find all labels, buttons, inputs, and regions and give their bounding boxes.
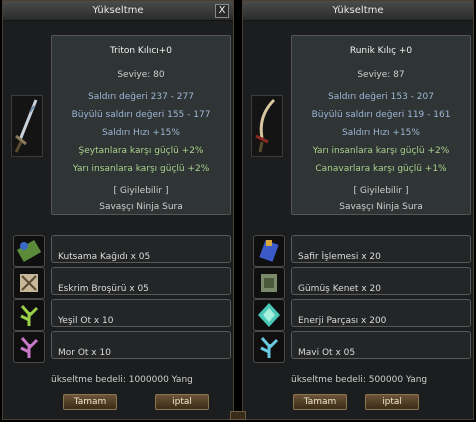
- material-label: Yeşil Ot x 10: [58, 316, 114, 326]
- silver-clasp-icon[interactable]: [253, 267, 285, 299]
- material-row: Kutsama Kağıdı x 05: [51, 235, 231, 263]
- ok-button[interactable]: Tamam: [63, 394, 117, 410]
- title-bar[interactable]: Yükseltme: [243, 1, 473, 21]
- energy-fragment-icon[interactable]: [253, 299, 285, 331]
- item-level: Seviye: 87: [357, 70, 405, 80]
- item-bonus: Yarı insanlara karşı güçlü +2%: [312, 146, 450, 156]
- close-button[interactable]: X: [215, 4, 229, 18]
- item-bonus: Şeytanlara karşı güçlü +2%: [78, 146, 204, 156]
- green-herb-icon[interactable]: [13, 299, 45, 331]
- window-title: Yükseltme: [92, 5, 144, 16]
- material-row: Mavi Ot x 05: [291, 331, 471, 359]
- item-stat: Saldırı değeri 153 - 207: [328, 92, 434, 102]
- upgrade-window-right: Yükseltme Runik Kılıç +0 Seviye: 87 Sald…: [242, 0, 474, 420]
- ok-button[interactable]: Tamam: [293, 394, 347, 410]
- weapon-slot[interactable]: [11, 95, 43, 157]
- material-label: Mavi Ot x 05: [298, 348, 356, 358]
- item-level: Seviye: 80: [117, 70, 165, 80]
- weapon-slot[interactable]: [251, 95, 283, 157]
- title-bar[interactable]: Yükseltme X: [3, 1, 233, 21]
- blessing-scroll-icon[interactable]: [13, 235, 45, 267]
- decorative-gem: [230, 411, 246, 420]
- material-label: Mor Ot x 10: [58, 348, 111, 358]
- item-bonus: Yarı insanlara karşı güçlü +2%: [72, 164, 210, 174]
- item-stat: Saldırı değeri 237 - 277: [88, 92, 194, 102]
- item-name: Runik Kılıç +0: [349, 46, 413, 56]
- material-label: Eskrim Broşürü x 05: [58, 284, 149, 294]
- item-wearable: [ Giyilebilir ]: [353, 186, 409, 196]
- material-row: Enerji Parçası x 200: [291, 299, 471, 327]
- item-name: Triton Kılıcı+0: [109, 46, 173, 56]
- purple-herb-icon[interactable]: [13, 331, 45, 363]
- material-label: Gümüş Kenet x 20: [298, 284, 381, 294]
- material-row: Eskrim Broşürü x 05: [51, 267, 231, 295]
- item-wearable: [ Giyilebilir ]: [113, 186, 169, 196]
- cancel-button[interactable]: iptal: [155, 394, 209, 410]
- sapphire-craft-icon[interactable]: [253, 235, 285, 267]
- item-stat: Saldırı Hızı +15%: [342, 128, 420, 138]
- material-row: Gümüş Kenet x 20: [291, 267, 471, 295]
- material-row: Yeşil Ot x 10: [51, 299, 231, 327]
- triton-sword-icon: [14, 99, 38, 153]
- item-classes: Savaşçı Ninja Sura: [339, 202, 423, 212]
- runic-sword-icon: [255, 98, 276, 153]
- cancel-button[interactable]: iptal: [365, 394, 419, 410]
- fencing-brochure-icon[interactable]: [13, 267, 45, 299]
- material-label: Enerji Parçası x 200: [298, 316, 387, 326]
- item-tooltip: Runik Kılıç +0 Seviye: 87 Saldırı değeri…: [291, 35, 471, 215]
- upgrade-window-left: Yükseltme X Triton Kılıcı+0 Seviye: 80 S…: [2, 0, 234, 420]
- item-stat: Saldırı Hızı +15%: [102, 128, 180, 138]
- window-title: Yükseltme: [332, 5, 384, 16]
- item-classes: Savaşçı Ninja Sura: [99, 202, 183, 212]
- material-row: Mor Ot x 10: [51, 331, 231, 359]
- material-row: Safir İşlemesi x 20: [291, 235, 471, 263]
- material-label: Safir İşlemesi x 20: [298, 252, 381, 262]
- item-stat: Büyülü saldırı değeri 155 - 177: [71, 110, 211, 120]
- blue-herb-icon[interactable]: [253, 331, 285, 363]
- upgrade-cost: ükseltme bedeli: 500000 Yang: [291, 375, 428, 385]
- item-stat: Büyülü saldırı değeri 119 - 161: [311, 110, 451, 120]
- upgrade-cost: ükseltme bedeli: 1000000 Yang: [51, 375, 193, 385]
- material-label: Kutsama Kağıdı x 05: [58, 252, 151, 262]
- item-tooltip: Triton Kılıcı+0 Seviye: 80 Saldırı değer…: [51, 35, 231, 215]
- item-bonus: Canavarlara karşı güçlü +1%: [315, 164, 447, 174]
